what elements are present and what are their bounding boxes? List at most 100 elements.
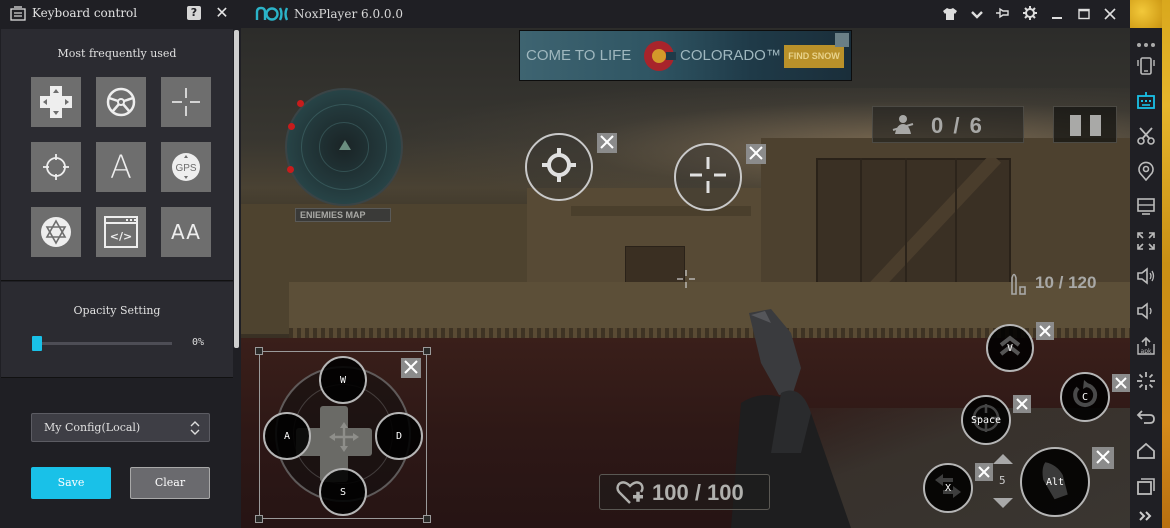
maximize-button[interactable] [1075, 5, 1093, 23]
key-space[interactable]: Space [961, 395, 1011, 445]
fire-key-mapping[interactable] [525, 133, 593, 201]
tool-hexagram[interactable] [31, 207, 81, 257]
pause-button[interactable] [1053, 106, 1117, 143]
panel-title: Keyboard control [32, 6, 138, 20]
section-title: Most frequently used [57, 47, 177, 60]
key-space-label: Space [970, 414, 1002, 426]
pin-button[interactable] [994, 5, 1012, 23]
key-c[interactable]: C [1060, 372, 1110, 422]
save-button[interactable]: Save [31, 467, 111, 499]
right-sidebar: apk [1130, 28, 1162, 528]
key-x[interactable]: X [923, 463, 973, 513]
target-icon [539, 145, 579, 189]
panel-close-button[interactable]: ✕ [214, 4, 230, 22]
key-alt[interactable]: Alt [1020, 447, 1090, 517]
sidebar-recent-apps[interactable] [1134, 476, 1158, 500]
sidebar-more[interactable] [1134, 30, 1158, 54]
close-icon [1016, 395, 1028, 414]
resize-handle[interactable] [423, 347, 431, 355]
health-heart-icon [616, 481, 646, 509]
remove-fire-mapping-button[interactable] [597, 133, 617, 153]
dropdown-button[interactable] [968, 5, 986, 23]
dpad-icon [38, 84, 74, 120]
config-select-value: My Config(Local) [44, 421, 141, 434]
tool-steering-wheel[interactable] [96, 77, 146, 127]
keyboard-control-icon [10, 6, 26, 22]
apk-install-icon: apk [1136, 336, 1156, 360]
svg-text:apk: apk [1141, 348, 1152, 355]
sidebar-volume-down[interactable] [1134, 301, 1158, 325]
health-counter: 100 / 100 [599, 474, 770, 510]
tool-dpad[interactable] [31, 77, 81, 127]
remove-v-mapping-button[interactable] [1036, 322, 1054, 340]
tool-fire[interactable] [31, 142, 81, 192]
maximize-icon [1078, 5, 1090, 24]
remove-alt-mapping-button[interactable] [1092, 447, 1114, 469]
key-s[interactable]: S [319, 468, 367, 516]
stepper-up-icon[interactable] [993, 454, 1013, 464]
resize-handle[interactable] [255, 515, 263, 523]
ad-text-right: COLORADO™ [680, 47, 781, 64]
sidebar-loading[interactable] [1134, 371, 1158, 395]
resize-handle[interactable] [423, 515, 431, 523]
key-s-label: S [339, 486, 347, 498]
remove-c-mapping-button[interactable] [1112, 374, 1130, 392]
sidebar-shake[interactable] [1134, 56, 1158, 80]
sidebar-back[interactable] [1134, 406, 1158, 430]
ad-banner[interactable]: COME TO LIFE COLORADO™ FIND SNOW [519, 30, 852, 81]
close-icon [749, 145, 763, 164]
sidebar-multi-instance[interactable] [1134, 196, 1158, 220]
minimize-icon [1051, 5, 1063, 24]
remove-dpad-mapping-button[interactable] [401, 358, 421, 378]
sidebar-apk-install[interactable]: apk [1134, 336, 1158, 360]
sidebar-location[interactable] [1134, 161, 1158, 185]
location-icon [1136, 161, 1156, 185]
opacity-title: Opacity Setting [73, 304, 161, 317]
expand-icon [1138, 507, 1154, 526]
sidebar-home[interactable] [1134, 441, 1158, 465]
enemy-dot [288, 123, 295, 130]
tool-gps[interactable]: GPS [161, 142, 211, 192]
opacity-slider-thumb[interactable] [32, 336, 42, 351]
stepper-value: 5 [999, 474, 1006, 487]
enemy-dot [297, 100, 304, 107]
tool-multi-key[interactable]: AA [161, 207, 211, 257]
help-button[interactable]: ? [187, 6, 201, 20]
svg-text:GPS: GPS [175, 163, 196, 174]
front-wall [289, 282, 1130, 330]
crosshair-key-mapping[interactable] [674, 143, 742, 211]
sidebar-expand[interactable] [1134, 504, 1158, 528]
key-d[interactable]: D [375, 412, 423, 460]
panel-scrollbar[interactable] [234, 30, 239, 348]
stepper-down-icon[interactable] [993, 498, 1013, 508]
remove-space-mapping-button[interactable] [1013, 395, 1031, 413]
sidebar-fullscreen[interactable] [1134, 231, 1158, 255]
tool-script[interactable]: </> [96, 207, 146, 257]
multi-tap-stepper[interactable]: 5 [989, 454, 1017, 510]
key-v[interactable]: V [986, 324, 1034, 372]
remove-crosshair-mapping-button[interactable] [746, 144, 766, 164]
close-icon [600, 134, 614, 153]
key-c-label: C [1081, 391, 1089, 403]
window-close-button[interactable] [1101, 5, 1119, 23]
resize-handle[interactable] [255, 347, 263, 355]
frequently-used-section: Most frequently used A GPS </> AA [1, 29, 233, 281]
skin-button[interactable] [941, 5, 959, 23]
settings-button[interactable] [1021, 5, 1039, 23]
pause-icon [1070, 115, 1081, 136]
sidebar-volume-up[interactable] [1134, 266, 1158, 290]
key-w[interactable]: W [319, 356, 367, 404]
clear-button[interactable]: Clear [130, 467, 210, 499]
sidebar-keyboard-control[interactable] [1134, 91, 1158, 115]
opacity-slider-track[interactable] [33, 342, 172, 345]
tool-single-key[interactable]: A [96, 142, 146, 192]
sidebar-screenshot[interactable] [1134, 126, 1158, 150]
ad-choices-icon[interactable] [835, 33, 849, 47]
ad-cta-button[interactable]: FIND SNOW [784, 45, 844, 68]
config-select[interactable]: My Config(Local) [31, 413, 210, 442]
game-viewport[interactable]: COME TO LIFE COLORADO™ FIND SNOW ENIEMIE… [241, 28, 1130, 528]
minimize-button[interactable] [1048, 5, 1066, 23]
script-icon: </> [103, 215, 139, 249]
tool-crosshair[interactable] [161, 77, 211, 127]
key-a[interactable]: A [263, 412, 311, 460]
